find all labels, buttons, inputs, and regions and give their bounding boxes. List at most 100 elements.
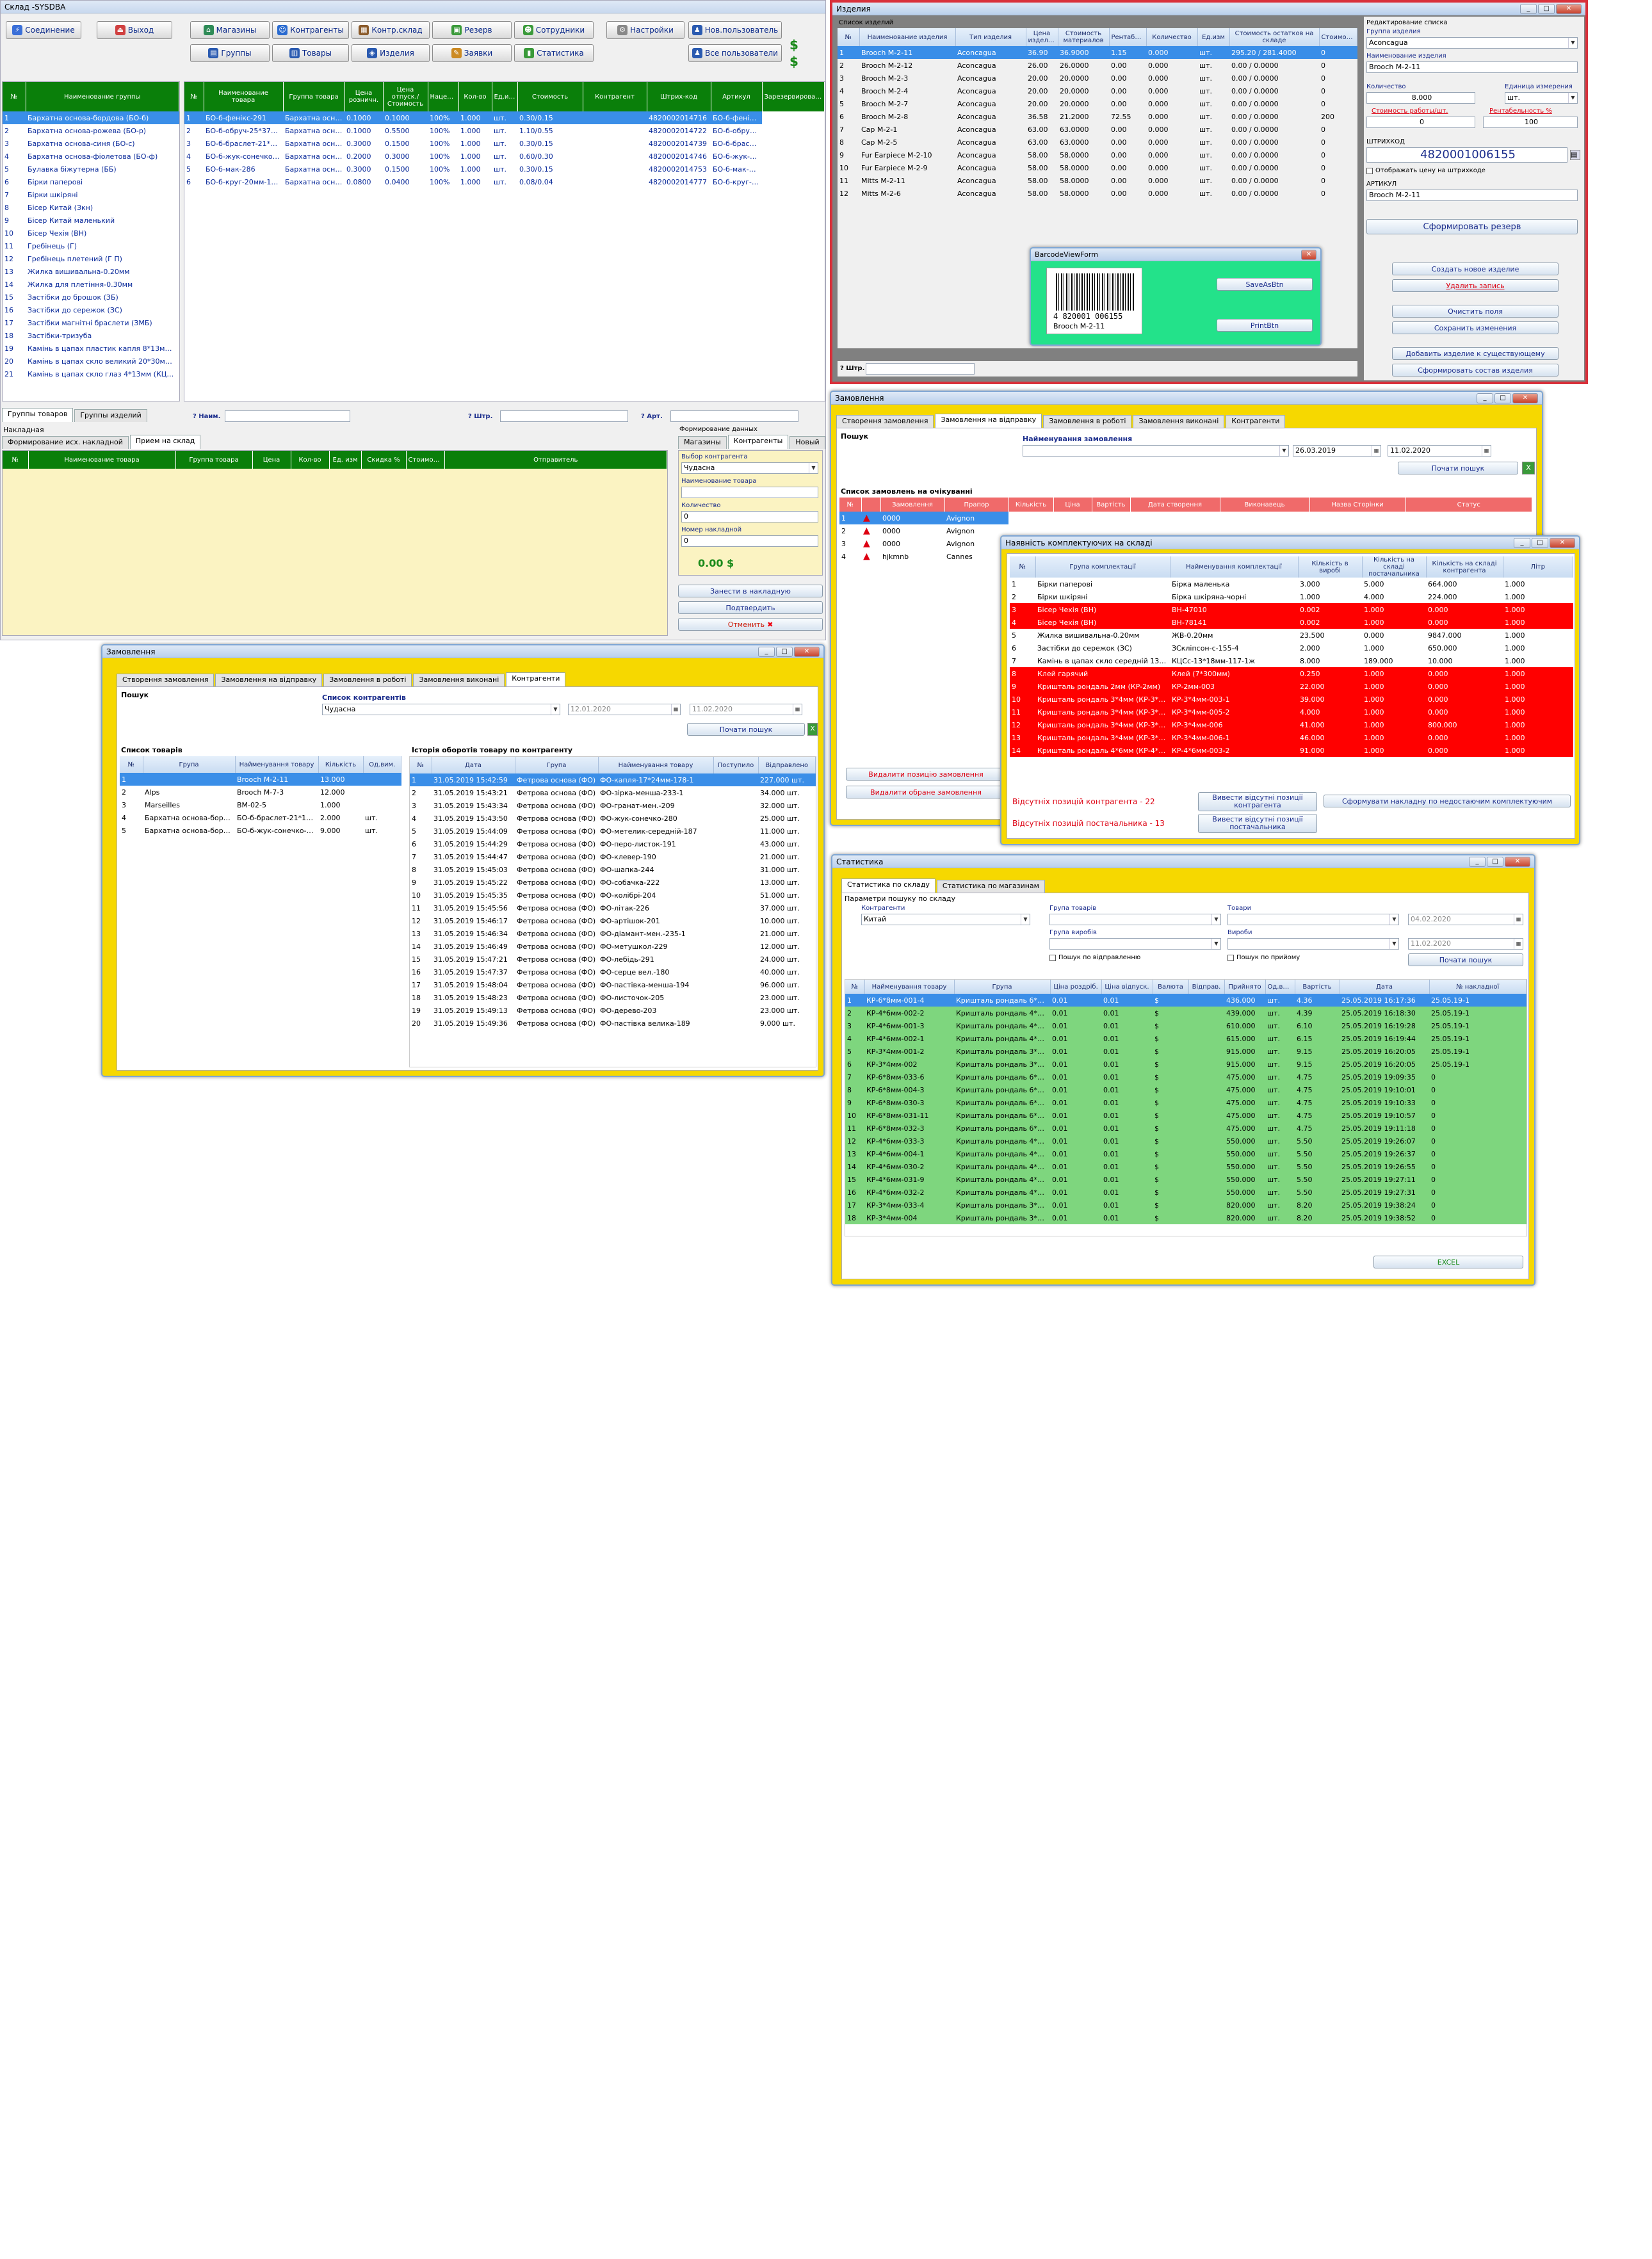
column-header[interactable]: Стоимость: [1319, 28, 1357, 46]
table-row[interactable]: 2 КР-4*6мм-002-2 Кришталь рондаль 4*6мм 0.0…: [845, 1007, 1526, 1019]
column-header[interactable]: Прийнято: [1224, 980, 1266, 994]
table-row[interactable]: 2 31.05.2019 15:43:21 Фетрова основа (ФО) Ф…: [410, 786, 816, 799]
table-row[interactable]: 3 31.05.2019 15:43:34 Фетрова основа (ФО) Ф…: [410, 799, 816, 812]
column-header[interactable]: Артикул: [711, 82, 763, 111]
table-row[interactable]: 18 КР-3*4мм-004 Кришталь рондаль 3*4мм 0.01…: [845, 1211, 1526, 1224]
counterparties-button[interactable]: ☺ Контрагенты: [272, 21, 349, 39]
table-row[interactable]: 14 Кришталь рондаль 4*6мм (КР-4*6мм) КР-4*…: [1010, 744, 1573, 757]
shops-button[interactable]: ⌂ Магазины: [190, 21, 270, 39]
column-header[interactable]: Стоимость остатков на складе: [1229, 28, 1320, 46]
table-row[interactable]: 12 Гребінець плетений (Г П): [3, 252, 179, 265]
table-row[interactable]: 3 Marseilles ВМ-02-5 1.000: [120, 798, 401, 811]
minimize-icon[interactable]: _: [1514, 537, 1530, 548]
table-row[interactable]: 8 Бісер Китай (Зкн): [3, 201, 179, 214]
column-header[interactable]: Найменування товару: [598, 757, 714, 773]
clear-fields-button[interactable]: Очистить поля: [1392, 305, 1559, 318]
table-row[interactable]: 4 Бархатна основа-фіолетова (БО-ф): [3, 150, 179, 163]
art-input[interactable]: Brooch M-2-11: [1366, 190, 1578, 201]
column-header[interactable]: Відправ.: [1188, 980, 1225, 994]
column-header[interactable]: №: [839, 498, 862, 512]
column-header[interactable]: Цена отпуск./ Стоимость: [383, 82, 428, 111]
tab-item[interactable]: Замовлення в роботі: [323, 674, 412, 686]
stats-cp-select[interactable]: Китай ▼: [861, 914, 1030, 925]
column-header[interactable]: №: [845, 980, 865, 994]
table-row[interactable]: 19 Камінь в цапах пластик капля 8*13мм (К: [3, 342, 179, 355]
tab-goods-groups[interactable]: Группы товаров: [2, 408, 74, 422]
tab-items-groups[interactable]: Группы изделий: [74, 409, 147, 422]
tab-item[interactable]: Замовлення в роботі: [1043, 415, 1132, 428]
orders-date-from[interactable]: 26.03.2019 ▦: [1293, 445, 1381, 457]
close-icon[interactable]: ✕: [1550, 537, 1575, 548]
cp-search-button[interactable]: Почати пошук: [687, 723, 805, 736]
table-row[interactable]: 4 Бісер Чехія (ВН) ВН-78141 0.002 1.000 0.000…: [1010, 616, 1573, 629]
table-row[interactable]: 18 Застібки-тризуба: [3, 329, 179, 342]
availability-titlebar[interactable]: Наявність комплектуючих на складі _ □ ✕: [1001, 537, 1579, 549]
column-header[interactable]: Літр: [1503, 556, 1573, 578]
orders-button[interactable]: ✎ Заявки: [432, 44, 512, 62]
column-header[interactable]: Замовлення: [880, 498, 945, 512]
table-row[interactable]: 5 КР-3*4мм-001-2 Кришталь рондаль 3*4мм 0.0…: [845, 1045, 1526, 1058]
qty-input[interactable]: 0: [681, 511, 818, 522]
column-header[interactable]: Найменування комплектації: [1170, 556, 1299, 578]
table-row[interactable]: 10 Fur Earpiece M-2-9 Aconcagua 58.00 58.000…: [838, 161, 1357, 174]
delete-order-item-button[interactable]: Видалити позицію замовлення: [846, 768, 1006, 781]
column-header[interactable]: Назва Сторінки: [1309, 498, 1406, 512]
tab-warehouse-stats[interactable]: Статистика по складу: [841, 878, 935, 893]
column-header[interactable]: Кількість на складі контрагента: [1426, 556, 1503, 578]
column-header[interactable]: Кол-во: [291, 451, 330, 469]
show-missing-supplier-button[interactable]: Вивести відсутні позиції постачальника: [1198, 814, 1317, 833]
table-row[interactable]: 11 Mitts M-2-11 Aconcagua 58.00 58.0000 0.00 0…: [838, 174, 1357, 187]
column-header[interactable]: №: [3, 451, 29, 469]
table-row[interactable]: 6 КР-3*4мм-002 Кришталь рондаль 3*4мм 0.01 0…: [845, 1058, 1526, 1071]
excel-export-icon[interactable]: X: [1522, 462, 1535, 474]
item-qty-input[interactable]: 8.000: [1366, 92, 1475, 104]
column-header[interactable]: Поступило: [713, 757, 759, 773]
table-row[interactable]: 7 31.05.2019 15:44:47 Фетрова основа (ФО) Ф…: [410, 850, 816, 863]
table-row[interactable]: 3 Бісер Чехія (ВН) ВН-47010 0.002 1.000 0.000…: [1010, 603, 1573, 616]
column-header[interactable]: Тип изделия: [955, 28, 1026, 46]
search-article-link[interactable]: ? Арт.: [641, 413, 663, 420]
column-header[interactable]: Од.вим.: [363, 756, 401, 773]
cancel-button[interactable]: Отменить ✖: [678, 618, 823, 631]
cost-input[interactable]: 0: [1366, 117, 1475, 128]
column-header[interactable]: Кол-во: [458, 82, 492, 111]
tab-shop-stats[interactable]: Статистика по магазинам: [936, 880, 1045, 893]
all-users-button[interactable]: ♟ Все пользователи: [688, 44, 782, 62]
close-icon[interactable]: ✕: [1512, 393, 1538, 403]
table-row[interactable]: 17 31.05.2019 15:48:04 Фетрова основа (ФО)…: [410, 978, 816, 991]
table-row[interactable]: 19 31.05.2019 15:49:13 Фетрова основа (ФО)…: [410, 1004, 816, 1017]
column-header[interactable]: Кількість: [318, 756, 364, 773]
table-row[interactable]: 5 31.05.2019 15:44:09 Фетрова основа (ФО) Ф…: [410, 825, 816, 838]
column-header[interactable]: Дата: [1340, 980, 1430, 994]
order-name-input[interactable]: ▼: [1023, 445, 1289, 457]
confirm-button[interactable]: Подтвердить: [678, 601, 823, 614]
table-row[interactable]: 16 31.05.2019 15:47:37 Фетрова основа (ФО)…: [410, 966, 816, 978]
barcode-generate-icon[interactable]: ▤: [1570, 150, 1580, 160]
table-row[interactable]: 14 Жилка для плетіння-0.30мм: [3, 278, 179, 291]
table-row[interactable]: 11 КР-6*8мм-032-3 Кришталь рондаль 6*8мм 0.…: [845, 1122, 1526, 1135]
main-titlebar[interactable]: Склад -SYSDBA: [1, 1, 825, 13]
settings-button[interactable]: ⚙ Настройки: [606, 21, 684, 39]
tab-receive[interactable]: Прием на склад: [129, 435, 201, 449]
table-row[interactable]: 3 Бархатна основа-синя (БО-с): [3, 137, 179, 150]
excel-button[interactable]: EXCEL: [1373, 1256, 1523, 1268]
stats-date-to[interactable]: 11.02.2020 ▦: [1408, 938, 1523, 950]
column-header[interactable]: Количество: [1146, 28, 1198, 46]
stats-items-select[interactable]: ▼: [1227, 938, 1399, 950]
column-header[interactable]: Група комплектації: [1035, 556, 1170, 578]
table-row[interactable]: 10 Бісер Чехія (ВН): [3, 227, 179, 239]
column-header[interactable]: № накладної: [1429, 980, 1526, 994]
minimize-icon[interactable]: _: [758, 646, 775, 657]
table-row[interactable]: 5 Brooch M-2-7 Aconcagua 20.00 20.0000 0.00 0.…: [838, 97, 1357, 110]
table-row[interactable]: 12 31.05.2019 15:46:17 Фетрова основа (ФО)…: [410, 914, 816, 927]
column-header[interactable]: Ед. изм: [329, 451, 362, 469]
table-row[interactable]: 8 31.05.2019 15:45:03 Фетрова основа (ФО) Ф…: [410, 863, 816, 876]
column-header[interactable]: №: [838, 28, 860, 46]
column-header[interactable]: №: [1010, 556, 1036, 578]
table-row[interactable]: 13 КР-4*6мм-004-1 Кришталь рондаль 4*6мм 0.…: [845, 1147, 1526, 1160]
table-row[interactable]: 9 КР-6*8мм-030-3 Кришталь рондаль 6*8мм 0.0…: [845, 1096, 1526, 1109]
table-row[interactable]: 10 Кришталь рондаль 3*4мм (КР-3*4мм) КР-3*…: [1010, 693, 1573, 706]
new-user-button[interactable]: ♟ Нов.пользователь: [688, 21, 782, 39]
excel-export-icon[interactable]: X: [807, 723, 818, 736]
table-row[interactable]: 3 КР-4*6мм-001-3 Кришталь рондаль 4*6мм 0.0…: [845, 1019, 1526, 1032]
